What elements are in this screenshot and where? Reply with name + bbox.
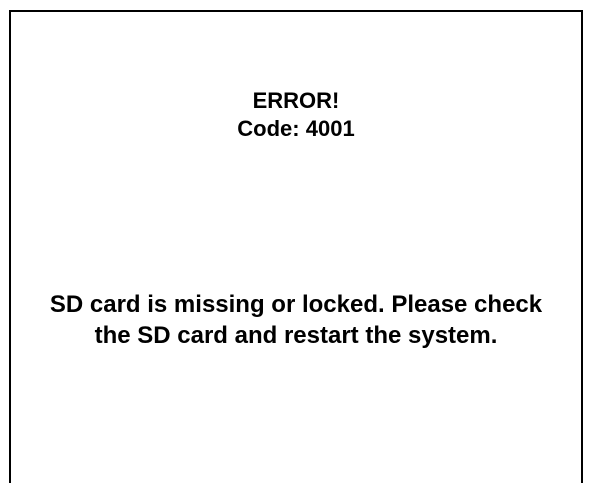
error-heading: ERROR! Code: 4001 bbox=[11, 87, 581, 143]
error-title: ERROR! bbox=[252, 88, 340, 113]
error-message: SD card is missing or locked. Please che… bbox=[49, 291, 543, 349]
error-screen: ERROR! Code: 4001 SD card is missing or … bbox=[9, 10, 583, 483]
error-code: Code: 4001 bbox=[237, 116, 355, 141]
